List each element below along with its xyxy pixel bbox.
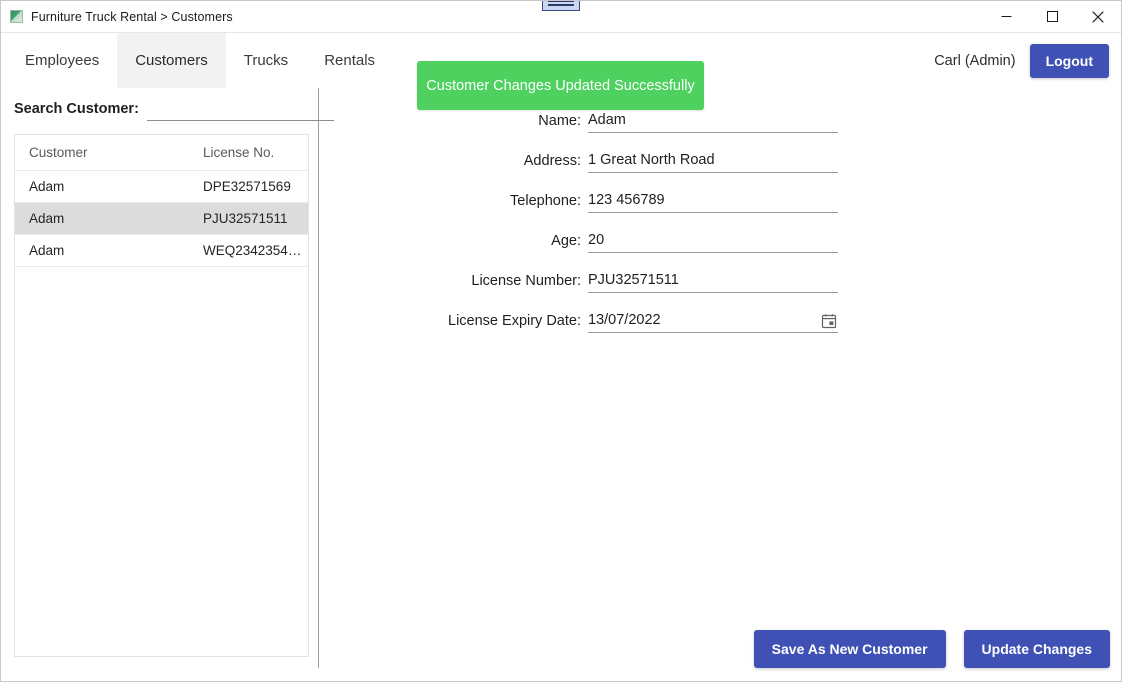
tab-list: Employees Customers Trucks Rentals xyxy=(1,33,393,88)
field-license-number xyxy=(588,270,838,293)
window-title: Furniture Truck Rental > Customers xyxy=(31,9,233,24)
window-snap-handle[interactable] xyxy=(542,1,580,11)
form-action-buttons: Save As New Customer Update Changes xyxy=(753,630,1110,668)
form-row-age: Age: xyxy=(439,213,949,253)
table-header-row: Customer License No. xyxy=(15,135,308,171)
cell-license: WEQ2342354312 xyxy=(189,234,308,267)
app-window-icon xyxy=(10,10,23,23)
cell-customer: Adam xyxy=(15,234,189,267)
table-row[interactable]: Adam WEQ2342354312 xyxy=(15,234,308,267)
license-number-input[interactable] xyxy=(588,270,838,289)
form-row-license-expiry-date: License Expiry Date: xyxy=(439,293,949,333)
navbar-user-area: Carl (Admin) Logout xyxy=(934,33,1109,88)
telephone-input[interactable] xyxy=(588,190,838,209)
update-changes-button[interactable]: Update Changes xyxy=(963,630,1110,668)
address-input[interactable] xyxy=(588,150,838,169)
age-input[interactable] xyxy=(588,230,838,249)
window-controls xyxy=(983,1,1121,32)
form-row-name: Name: xyxy=(439,93,949,133)
search-row: Search Customer: xyxy=(14,97,334,121)
customer-detail-panel: Name: Address: Telephone: xyxy=(319,88,1121,681)
form-row-telephone: Telephone: xyxy=(439,173,949,213)
minimize-button[interactable] xyxy=(983,1,1029,32)
customer-table-head: Customer License No. xyxy=(15,135,308,171)
current-user-label: Carl (Admin) xyxy=(934,52,1016,69)
maximize-button[interactable] xyxy=(1029,1,1075,32)
customer-list-panel: Search Customer: Customer License No. Ad… xyxy=(1,88,334,681)
table-row[interactable]: Adam DPE32571569 xyxy=(15,170,308,203)
field-telephone xyxy=(588,190,838,213)
customer-table: Customer License No. Adam DPE32571569 Ad… xyxy=(15,135,308,267)
customer-table-body: Adam DPE32571569 Adam PJU32571511 Adam W… xyxy=(15,170,308,267)
search-customer-input[interactable] xyxy=(146,97,334,121)
main-navigation-bar: Employees Customers Trucks Rentals Custo… xyxy=(1,33,1121,110)
application-window: Furniture Truck Rental > Customers Emplo… xyxy=(0,0,1122,682)
snap-handle-line xyxy=(548,4,574,6)
form-row-address: Address: xyxy=(439,133,949,173)
tab-trucks[interactable]: Trucks xyxy=(226,33,306,88)
date-picker-button[interactable] xyxy=(820,312,838,330)
label-telephone: Telephone: xyxy=(510,193,581,209)
license-expiry-date-input[interactable] xyxy=(588,310,838,329)
customer-form: Name: Address: Telephone: xyxy=(439,93,949,333)
field-name xyxy=(588,110,838,133)
tab-rentals[interactable]: Rentals xyxy=(306,33,393,88)
name-input[interactable] xyxy=(588,110,838,129)
cell-license: DPE32571569 xyxy=(189,170,308,203)
column-header-license[interactable]: License No. xyxy=(189,135,308,171)
customer-table-card: Customer License No. Adam DPE32571569 Ad… xyxy=(14,134,309,657)
label-license-expiry-date: License Expiry Date: xyxy=(448,313,581,329)
tab-customers[interactable]: Customers xyxy=(117,33,226,88)
cell-customer: Adam xyxy=(15,170,189,203)
minimize-icon xyxy=(1001,16,1011,17)
calendar-icon xyxy=(821,314,837,329)
form-row-license-number: License Number: xyxy=(439,253,949,293)
logout-button[interactable]: Logout xyxy=(1029,43,1109,78)
label-name: Name: xyxy=(538,113,581,129)
label-age: Age: xyxy=(551,233,581,249)
column-header-customer[interactable]: Customer xyxy=(15,135,189,171)
title-bar-left: Furniture Truck Rental > Customers xyxy=(1,10,233,24)
field-license-expiry-date xyxy=(588,310,838,333)
table-row[interactable]: Adam PJU32571511 xyxy=(15,202,308,235)
field-age xyxy=(588,230,838,253)
close-icon xyxy=(1092,10,1104,23)
label-license-number: License Number: xyxy=(471,273,581,289)
cell-license: PJU32571511 xyxy=(189,202,308,235)
tab-employees[interactable]: Employees xyxy=(7,33,117,88)
cell-customer: Adam xyxy=(15,202,189,235)
title-bar: Furniture Truck Rental > Customers xyxy=(1,1,1121,33)
content-area: Search Customer: Customer License No. Ad… xyxy=(1,88,1121,681)
search-customer-label: Search Customer: xyxy=(14,101,139,117)
label-address: Address: xyxy=(523,153,581,169)
field-address xyxy=(588,150,838,173)
close-button[interactable] xyxy=(1075,1,1121,32)
snap-handle-line xyxy=(548,1,574,2)
maximize-icon xyxy=(1046,11,1058,22)
save-as-new-customer-button[interactable]: Save As New Customer xyxy=(753,630,946,668)
